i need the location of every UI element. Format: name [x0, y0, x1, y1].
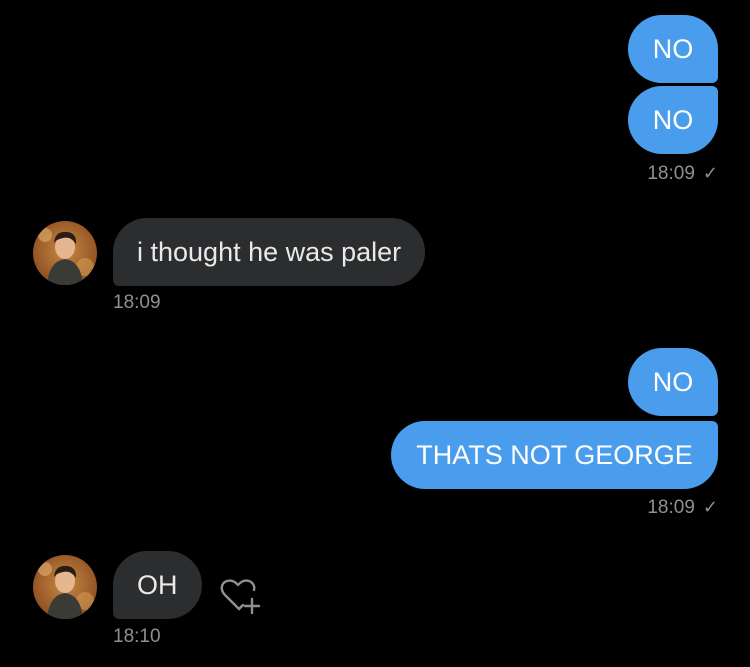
sent-message-bubble[interactable]: THATS NOT GEORGE	[391, 421, 718, 489]
message-timestamp: 18:09 ✓	[647, 163, 718, 185]
avatar[interactable]	[33, 221, 97, 285]
message-timestamp: 18:09 ✓	[647, 497, 718, 519]
timestamp-text: 18:09	[647, 163, 695, 184]
message-timestamp: 18:09	[113, 292, 161, 313]
check-icon: ✓	[702, 497, 718, 517]
received-message-bubble[interactable]: OH	[113, 551, 202, 619]
received-message-bubble[interactable]: i thought he was paler	[113, 218, 426, 286]
check-icon: ✓	[702, 163, 718, 183]
sent-message-bubble[interactable]: NO	[628, 348, 718, 416]
message-timestamp: 18:10	[113, 626, 161, 647]
heart-plus-icon[interactable]	[217, 573, 263, 619]
sent-message-bubble[interactable]: NO	[628, 15, 718, 83]
timestamp-text: 18:09	[647, 497, 695, 518]
sent-message-bubble[interactable]: NO	[628, 86, 718, 154]
avatar[interactable]	[33, 555, 97, 619]
